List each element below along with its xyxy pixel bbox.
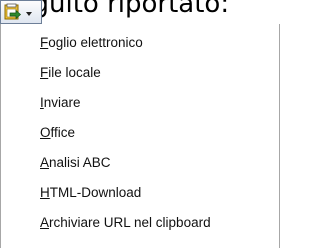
menu-item-label: nalisi ABC <box>49 155 111 170</box>
menu-item-accel: H <box>40 185 50 200</box>
menu-item-send[interactable]: Inviare <box>40 92 81 114</box>
export-icon <box>4 3 22 20</box>
menu-item-label: nviare <box>43 95 81 110</box>
menu-item-accel: A <box>40 215 50 230</box>
menu-item-accel: F <box>40 65 49 80</box>
export-menu-button[interactable] <box>0 0 42 24</box>
menu-item-archive-url-clipboard[interactable]: Archiviare URL nel clipboard <box>40 212 211 234</box>
menu-item-local-file[interactable]: File locale <box>40 62 101 84</box>
menu-item-label: TML-Download <box>49 185 142 200</box>
menu-item-accel: O <box>40 125 51 140</box>
menu-item-html-download[interactable]: HTML-Download <box>40 182 141 204</box>
menu-item-label: oglio elettronico <box>48 35 143 50</box>
menu-item-accel: F <box>40 35 49 50</box>
menu-item-office[interactable]: Office <box>40 122 75 144</box>
menu-item-label: rchiviare URL nel clipboard <box>49 215 211 230</box>
export-dropdown-menu: Foglio elettronico File locale Inviare O… <box>0 24 280 248</box>
dropdown-arrow-icon <box>26 12 32 16</box>
menu-item-accel: A <box>40 155 50 170</box>
menu-item-spreadsheet[interactable]: Foglio elettronico <box>40 32 143 54</box>
menu-item-abc-analysis[interactable]: Analisi ABC <box>40 152 111 174</box>
menu-item-label: ile locale <box>48 65 101 80</box>
menu-item-label: ffice <box>50 125 76 140</box>
